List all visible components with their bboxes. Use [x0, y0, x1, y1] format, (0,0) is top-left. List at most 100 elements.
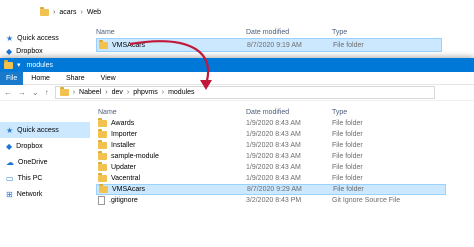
column-date-header[interactable]: Date modified — [246, 29, 332, 36]
back-nav-quick-access[interactable]: ★ Quick access — [0, 30, 90, 46]
row-name: VMSAcars — [112, 186, 146, 193]
breadcrumb-modules[interactable]: modules — [168, 89, 194, 96]
back-address-bar[interactable]: › acars › Web — [40, 4, 440, 20]
table-row[interactable]: Importer 1/9/2020 8:43 AM File folder — [96, 129, 446, 140]
breadcrumb[interactable]: › Nabeel › dev › phpvms › modules — [54, 86, 435, 99]
folder-icon — [98, 140, 107, 149]
dropbox-icon: ◆ — [6, 141, 13, 151]
network-icon: ⊞ — [6, 189, 13, 199]
column-name-header[interactable]: Name — [96, 29, 246, 36]
row-type: File folder — [333, 186, 364, 193]
chevron-right-icon: › — [126, 89, 130, 96]
table-row[interactable]: Awards 1/9/2020 8:43 AM File folder — [96, 118, 446, 129]
row-name: sample-module — [111, 153, 159, 160]
back-arrow-icon[interactable]: ← — [4, 88, 12, 97]
folder-icon — [98, 129, 107, 138]
back-row-date: 8/7/2020 9:19 AM — [247, 41, 302, 49]
file-icon — [98, 196, 105, 205]
file-list: Name Date modified Type Awards 1/9/2020 8… — [96, 102, 446, 247]
back-breadcrumb-web[interactable]: Web — [87, 9, 101, 16]
back-breadcrumb-acars[interactable]: acars — [59, 9, 76, 16]
row-name-cell: .gitignore — [96, 196, 246, 205]
breadcrumb-phpvms[interactable]: phpvms — [133, 89, 158, 96]
tab-view[interactable]: View — [93, 72, 124, 85]
folder-icon — [98, 173, 107, 182]
folder-icon — [59, 87, 69, 96]
pc-icon: ▭ — [6, 173, 14, 183]
nav-item-this-pc[interactable]: ▭ This PC — [0, 170, 90, 186]
tab-share[interactable]: Share — [58, 72, 93, 85]
front-explorer-window: ▾ modules File Home Share View ← → ⌄ ↑ ›… — [0, 58, 474, 247]
back-nav-dropbox[interactable]: ◆ Dropbox — [0, 46, 90, 56]
row-name-cell: Importer — [96, 129, 246, 138]
row-type: File folder — [332, 164, 363, 171]
column-date-header[interactable]: Date modified — [246, 109, 332, 116]
row-type: File folder — [332, 131, 363, 138]
folder-icon — [98, 118, 107, 127]
row-date: 1/9/2020 8:43 AM — [246, 120, 301, 127]
row-name-cell: sample-module — [96, 151, 246, 160]
table-row[interactable]: VMSAcars 8/7/2020 9:29 AM File folder — [96, 184, 446, 195]
nav-item-label: Dropbox — [16, 142, 43, 150]
folder-icon — [4, 59, 13, 69]
chevron-right-icon: › — [72, 89, 76, 96]
folder-icon — [98, 151, 107, 160]
back-nav-label: Quick access — [17, 34, 59, 42]
row-name-cell: Awards — [96, 118, 246, 127]
column-type-header[interactable]: Type — [332, 29, 432, 36]
nav-item-network[interactable]: ⊞ Network — [0, 186, 90, 202]
nav-item-quick-access[interactable]: ★ Quick access — [0, 122, 90, 138]
table-row[interactable]: .gitignore 3/2/2020 8:43 PM Git Ignore Sou… — [96, 195, 446, 206]
quick-access-toolbar-icon[interactable]: ▾ — [17, 61, 21, 69]
navigation-pane: ★ Quick access ◆ Dropbox ☁ OneDrive ▭ Th… — [0, 102, 90, 247]
folder-icon — [99, 39, 108, 49]
column-name-header[interactable]: Name — [96, 109, 246, 116]
chevron-right-icon: › — [161, 89, 165, 96]
cloud-icon: ☁ — [6, 157, 14, 167]
tab-file[interactable]: File — [0, 71, 24, 85]
row-name-cell: Installer — [96, 140, 246, 149]
row-name-cell: Vacentral — [96, 173, 246, 182]
row-name-cell: Updater — [96, 162, 246, 171]
row-type: File folder — [332, 153, 363, 160]
row-date: 1/9/2020 8:43 AM — [246, 164, 301, 171]
dropbox-icon: ◆ — [6, 46, 13, 56]
title-bar[interactable]: ▾ modules — [0, 58, 474, 72]
table-row[interactable]: Installer 1/9/2020 8:43 AM File folder — [96, 140, 446, 151]
tab-home[interactable]: Home — [23, 72, 58, 85]
row-date: 8/7/2020 9:29 AM — [247, 186, 302, 193]
row-name: Installer — [111, 142, 136, 149]
back-explorer-window: › acars › Web Name Date modified Type VM… — [0, 0, 474, 62]
row-name: Awards — [111, 120, 135, 127]
column-type-header[interactable]: Type — [332, 109, 432, 116]
row-name: Updater — [111, 164, 136, 171]
row-type: File folder — [332, 142, 363, 149]
nav-item-dropbox[interactable]: ◆ Dropbox — [0, 138, 90, 154]
address-bar-row: ← → ⌄ ↑ › Nabeel › dev › phpvms › module… — [0, 85, 474, 101]
nav-item-onedrive[interactable]: ☁ OneDrive — [0, 154, 90, 170]
row-type: File folder — [332, 175, 363, 182]
nav-item-label: OneDrive — [18, 158, 48, 166]
table-row[interactable]: Updater 1/9/2020 8:43 AM File folder — [96, 162, 446, 173]
chevron-down-icon[interactable]: ⌄ — [32, 88, 39, 97]
forward-arrow-icon[interactable]: → — [18, 88, 26, 97]
row-date: 3/2/2020 8:43 PM — [246, 197, 302, 204]
star-icon: ★ — [6, 33, 14, 43]
back-row-vmsacars[interactable]: VMSAcars 8/7/2020 9:19 AM File folder — [96, 38, 442, 52]
back-row-name: VMSAcars — [112, 41, 146, 49]
row-date: 1/9/2020 8:43 AM — [246, 175, 301, 182]
column-headers: Name Date modified Type — [96, 107, 446, 118]
up-arrow-icon[interactable]: ↑ — [45, 88, 49, 97]
row-date: 1/9/2020 8:43 AM — [246, 131, 301, 138]
table-row[interactable]: Vacentral 1/9/2020 8:43 AM File folder — [96, 173, 446, 184]
nav-item-label: Quick access — [17, 126, 59, 134]
row-name-cell: VMSAcars — [97, 184, 247, 193]
chevron-right-icon: › — [105, 89, 108, 96]
row-name: Vacentral — [111, 175, 141, 182]
breadcrumb-nabeel[interactable]: Nabeel — [79, 89, 101, 96]
back-row-type: File folder — [333, 41, 364, 49]
breadcrumb-dev[interactable]: dev — [112, 89, 123, 96]
table-row[interactable]: sample-module 1/9/2020 8:43 AM File folder — [96, 151, 446, 162]
row-name: .gitignore — [109, 197, 138, 204]
row-type: Git Ignore Source File — [332, 197, 401, 204]
